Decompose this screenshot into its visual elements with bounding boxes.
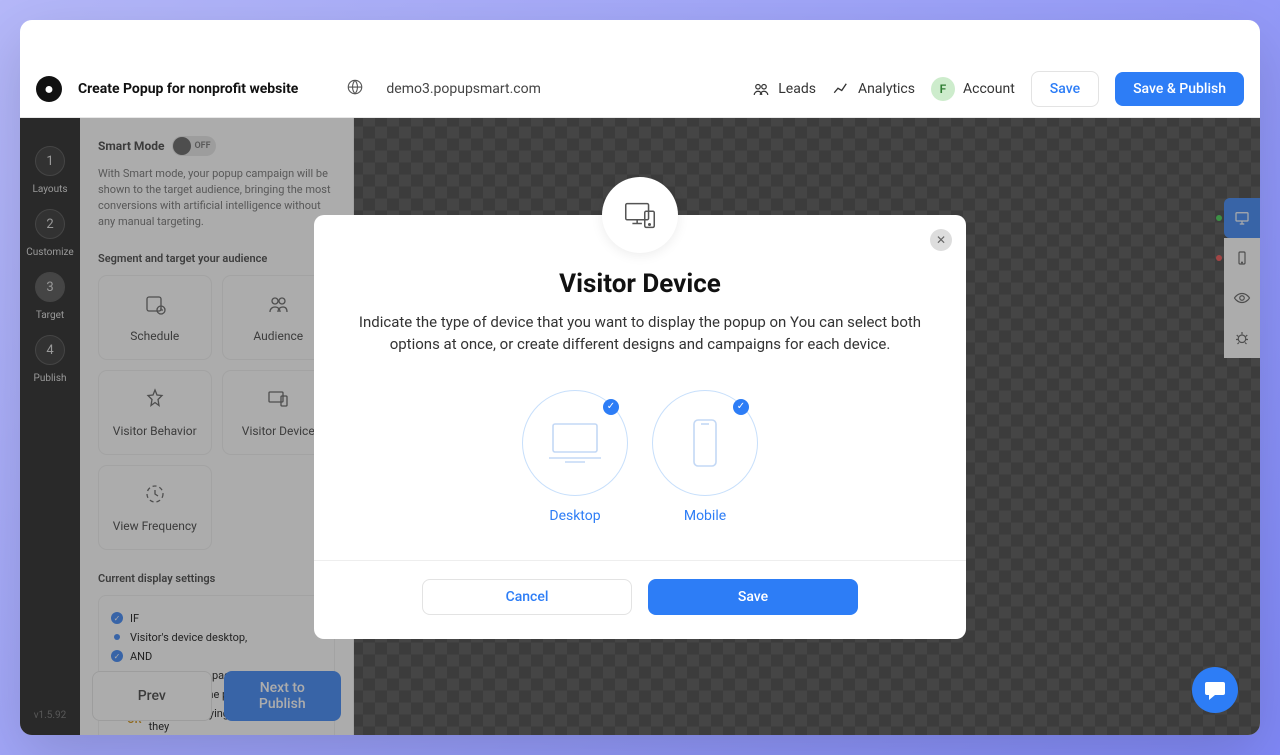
modal-header-icon — [602, 177, 678, 253]
window-close-icon[interactable] — [38, 34, 51, 47]
title-bar — [20, 20, 1260, 60]
check-icon: ✓ — [733, 399, 749, 415]
page-title: Create Popup for nonprofit website — [78, 81, 298, 97]
mobile-label: Mobile — [652, 508, 758, 524]
visitor-device-modal: ✕ Visitor Device Indicate the type of de… — [314, 215, 966, 639]
save-button[interactable]: Save — [1031, 71, 1099, 107]
app-header: ● Create Popup for nonprofit website dem… — [20, 60, 1260, 118]
cancel-button[interactable]: Cancel — [422, 579, 632, 615]
account-link[interactable]: F Account — [931, 77, 1015, 101]
mobile-option[interactable]: ✓ Mobile — [652, 390, 758, 524]
browser-window: ● Create Popup for nonprofit website dem… — [20, 20, 1260, 735]
chat-widget[interactable] — [1192, 667, 1238, 713]
modal-title: Visitor Device — [314, 269, 966, 299]
globe-icon — [346, 78, 364, 100]
close-icon[interactable]: ✕ — [930, 229, 952, 251]
app-body: 1 Layouts 2 Customize 3 Target 4 Publish… — [20, 118, 1260, 735]
site-url: demo3.popupsmart.com — [386, 81, 541, 97]
modal-description: Indicate the type of device that you wan… — [344, 311, 936, 356]
analytics-label: Analytics — [858, 81, 915, 97]
avatar: F — [931, 77, 955, 101]
account-label: Account — [963, 81, 1015, 97]
save-publish-button[interactable]: Save & Publish — [1115, 72, 1244, 106]
logo-icon[interactable]: ● — [36, 76, 62, 102]
analytics-link[interactable]: Analytics — [832, 80, 915, 98]
check-icon: ✓ — [603, 399, 619, 415]
modal-save-button[interactable]: Save — [648, 579, 858, 615]
desktop-label: Desktop — [522, 508, 628, 524]
desktop-option[interactable]: ✓ Desktop — [522, 390, 628, 524]
window-minimize-icon[interactable] — [61, 34, 74, 47]
modal-overlay: ✕ Visitor Device Indicate the type of de… — [20, 118, 1260, 735]
leads-link[interactable]: Leads — [752, 80, 816, 98]
leads-label: Leads — [778, 81, 816, 97]
window-maximize-icon[interactable] — [84, 34, 97, 47]
